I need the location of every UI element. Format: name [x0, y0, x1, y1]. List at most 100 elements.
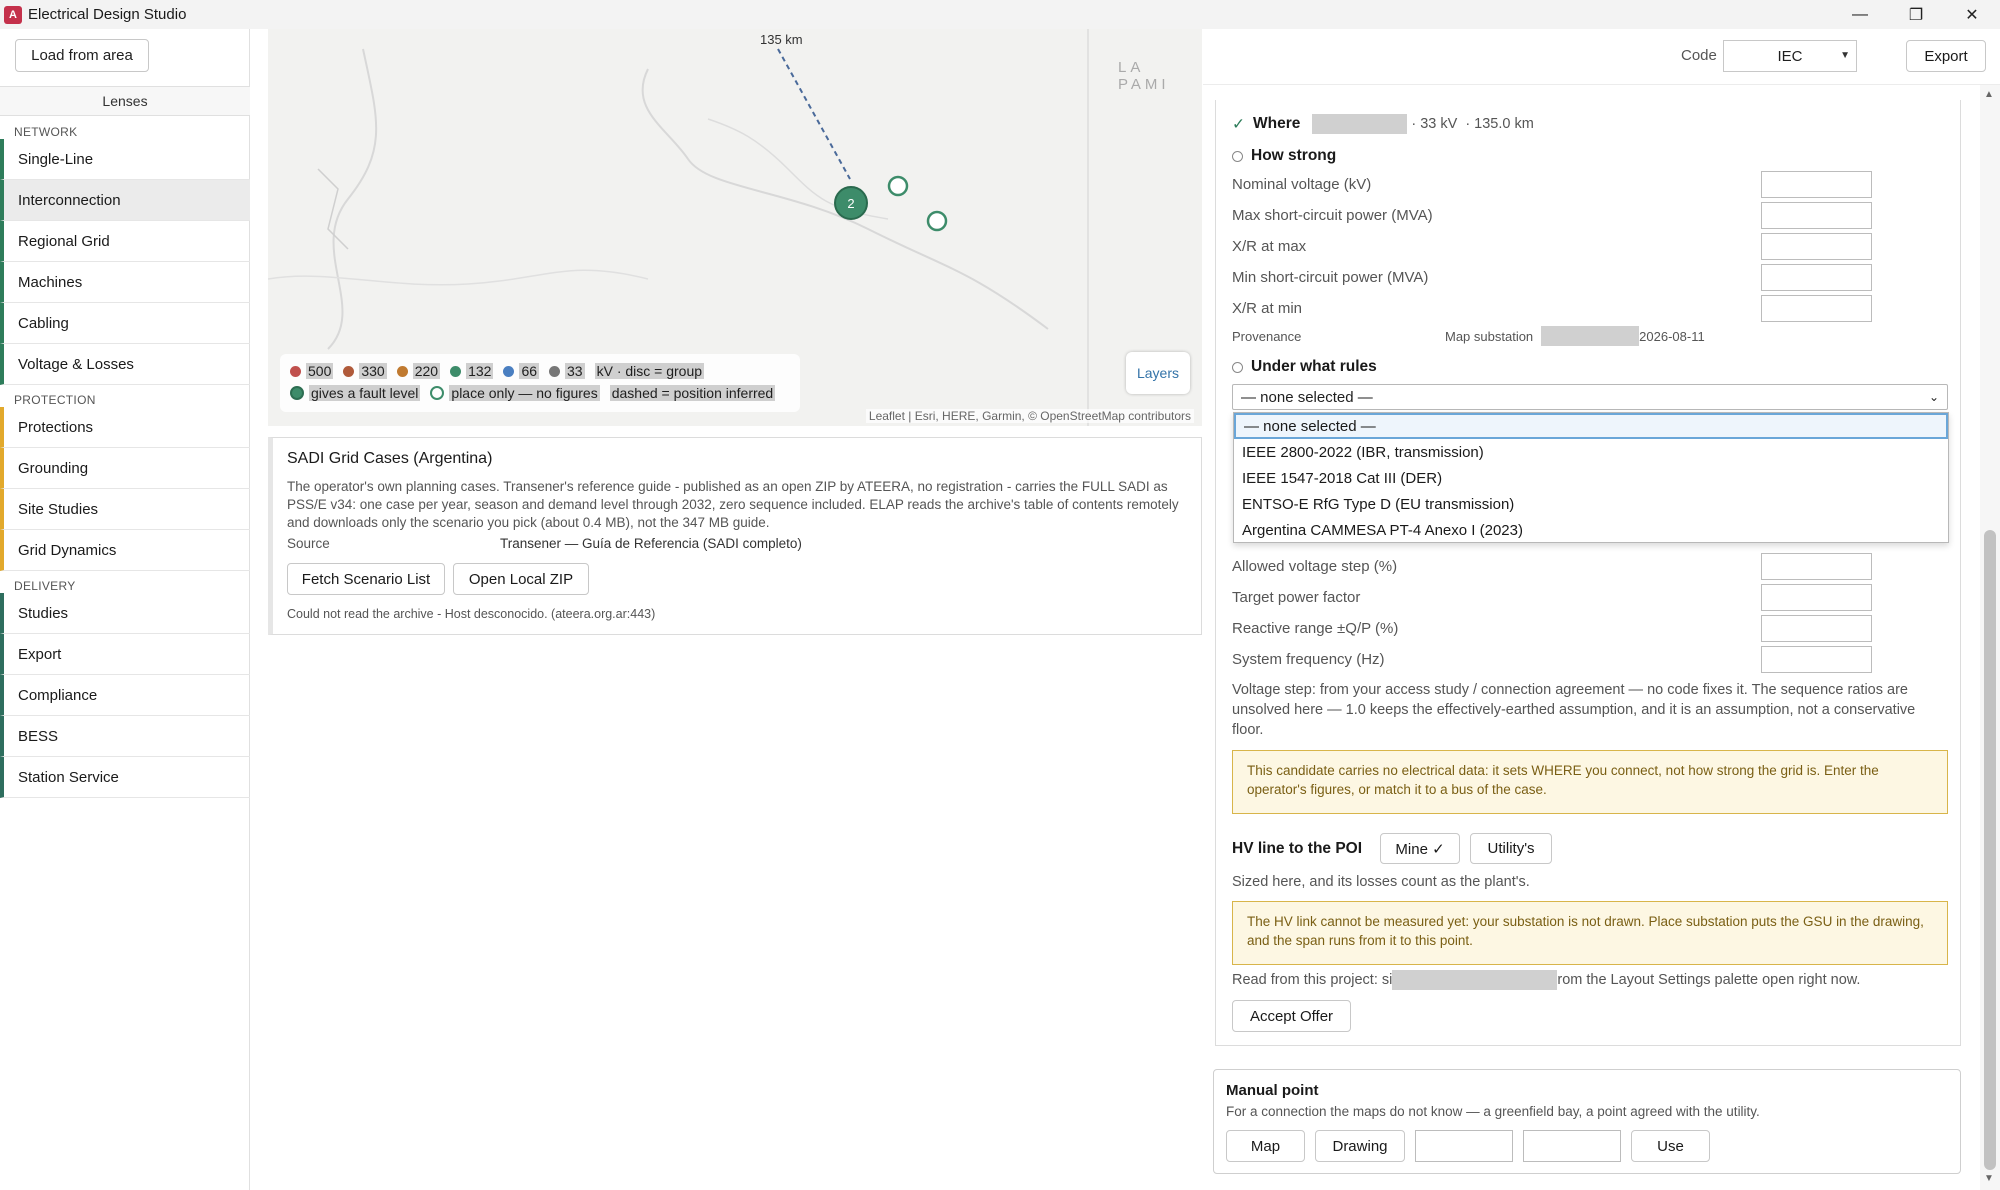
legend-fault-level: gives a fault level — [309, 385, 421, 401]
sidebar-item-single-line[interactable]: Single-Line — [0, 139, 250, 180]
provenance-label: Provenance — [1232, 328, 1302, 344]
sidebar-item-studies[interactable]: Studies — [0, 593, 250, 634]
place-only-marker[interactable] — [887, 175, 909, 197]
field-reactive-range: Reactive range ±Q/P (%) — [1232, 615, 1872, 642]
app-logo-icon: A — [4, 5, 22, 24]
utility-button[interactable]: Utility's — [1470, 833, 1553, 864]
field-system-frequency: System frequency (Hz) — [1232, 646, 1872, 673]
reactive-range-input[interactable] — [1761, 615, 1872, 642]
rules-option[interactable]: Argentina CAMMESA PT-4 Anexo I (2023) — [1234, 517, 1948, 543]
app-title: Electrical Design Studio — [28, 6, 187, 23]
use-button[interactable]: Use — [1631, 1130, 1710, 1162]
rules-option[interactable]: ENTSO-E RfG Type D (EU transmission) — [1234, 491, 1948, 517]
map-legend: 500 330 220 132 66 33 kV · disc = group … — [280, 354, 800, 412]
sidebar-item-export[interactable]: Export — [0, 634, 250, 675]
where-section: ✓ Where · 33 kV · 135.0 km — [1232, 114, 1534, 134]
source-label: Source — [287, 536, 330, 551]
map-view[interactable]: 2 135 km LA PAMI 500 330 220 132 66 33 k… — [268, 29, 1202, 426]
max-sc-power-input[interactable] — [1761, 202, 1872, 229]
provenance-date: 2026-08-11 — [1639, 328, 1705, 344]
accept-offer-button[interactable]: Accept Offer — [1232, 1000, 1351, 1032]
legend-label: 500 — [306, 363, 334, 379]
scroll-down-icon[interactable]: ▼ — [1984, 1173, 1994, 1184]
manual-point-title: Manual point — [1226, 1082, 1319, 1099]
legend-label: 330 — [359, 363, 387, 379]
sidebar-item-regional-grid[interactable]: Regional Grid — [0, 221, 250, 262]
layers-button[interactable]: Layers — [1126, 352, 1190, 394]
rules-dropdown-list: — none selected — IEEE 2800-2022 (IBR, t… — [1233, 412, 1949, 543]
sidebar-item-bess[interactable]: BESS — [0, 716, 250, 757]
title-bar: A Electrical Design Studio — ❐ ✕ — [0, 0, 2000, 29]
sadi-error: Could not read the archive - Host descon… — [287, 607, 656, 621]
manual-y-input[interactable] — [1523, 1130, 1621, 1162]
system-frequency-input[interactable] — [1761, 646, 1872, 673]
close-icon[interactable]: ✕ — [1944, 0, 2000, 29]
read-prefix: Read from this project: si — [1232, 972, 1393, 988]
interconnection-panel: ✓ Where · 33 kV · 135.0 km How strong No… — [1215, 100, 1961, 1046]
sidebar-item-grounding[interactable]: Grounding — [0, 448, 250, 489]
power-factor-input[interactable] — [1761, 584, 1872, 611]
hv-sized-note: Sized here, and its losses count as the … — [1232, 874, 1530, 890]
map-button[interactable]: Map — [1226, 1130, 1305, 1162]
field-power-factor: Target power factor — [1232, 584, 1872, 611]
nominal-voltage-input[interactable] — [1761, 171, 1872, 198]
manual-point-panel: Manual point For a connection the maps d… — [1213, 1069, 1961, 1174]
restore-icon[interactable]: ❐ — [1888, 0, 1944, 29]
rules-selected-value: — none selected — — [1241, 388, 1373, 406]
xr-min-input[interactable] — [1761, 295, 1872, 322]
right-scrollbar[interactable]: ▲ ▼ — [1980, 85, 2000, 1190]
rules-select[interactable]: — none selected — ⌄ — [1232, 384, 1948, 410]
xr-max-input[interactable] — [1761, 233, 1872, 260]
min-sc-power-input[interactable] — [1761, 264, 1872, 291]
sidebar-item-compliance[interactable]: Compliance — [0, 675, 250, 716]
sidebar-item-site-studies[interactable]: Site Studies — [0, 489, 250, 530]
field-label: Target power factor — [1232, 589, 1361, 606]
field-voltage-step: Allowed voltage step (%) — [1232, 553, 1872, 580]
place-only-marker[interactable] — [926, 210, 948, 232]
field-label: X/R at max — [1232, 238, 1307, 255]
legend-dot — [396, 365, 408, 377]
sidebar-item-protections[interactable]: Protections — [0, 407, 250, 448]
rules-option[interactable]: IEEE 1547-2018 Cat III (DER) — [1234, 465, 1948, 491]
check-icon: ✓ — [1232, 115, 1245, 133]
scroll-thumb[interactable] — [1984, 530, 1996, 1170]
sidebar-item-machines[interactable]: Machines — [0, 262, 250, 303]
provenance-source: Map substation — [1445, 328, 1534, 344]
region-label: LA PAMI — [1118, 59, 1170, 93]
drawing-button[interactable]: Drawing — [1315, 1130, 1405, 1162]
rules-option[interactable]: — none selected — — [1234, 413, 1948, 439]
field-label: System frequency (Hz) — [1232, 651, 1385, 668]
voltage-step-input[interactable] — [1761, 553, 1872, 580]
open-local-zip-button[interactable]: Open Local ZIP — [453, 563, 589, 595]
sidebar-item-grid-dynamics[interactable]: Grid Dynamics — [0, 530, 250, 571]
hv-warning: The HV link cannot be measured yet: your… — [1232, 901, 1948, 965]
sidebar-item-cabling[interactable]: Cabling — [0, 303, 250, 344]
field-nominal-voltage: Nominal voltage (kV) — [1232, 171, 1872, 198]
sadi-source-row: Source Transener — Guía de Referencia (S… — [287, 536, 1187, 551]
minimize-icon[interactable]: — — [1832, 0, 1888, 29]
export-button[interactable]: Export — [1906, 40, 1986, 72]
redacted-text — [1392, 970, 1558, 990]
sidebar-item-voltage-losses[interactable]: Voltage & Losses — [0, 344, 250, 385]
fetch-scenario-list-button[interactable]: Fetch Scenario List — [287, 563, 445, 595]
mine-button[interactable]: Mine ✓ — [1380, 833, 1461, 864]
scroll-up-icon[interactable]: ▲ — [1984, 89, 1994, 100]
field-xr-min: X/R at min — [1232, 295, 1872, 322]
cluster-count: 2 — [847, 196, 854, 211]
right-toolbar: Code IEC ▼ Export — [1203, 29, 2000, 85]
map-attribution[interactable]: Leaflet | Esri, HERE, Garmin, © OpenStre… — [865, 409, 1194, 423]
manual-x-input[interactable] — [1415, 1130, 1513, 1162]
rules-option[interactable]: IEEE 2800-2022 (IBR, transmission) — [1234, 439, 1948, 465]
sidebar-item-interconnection[interactable]: Interconnection — [0, 180, 250, 221]
load-from-area-button[interactable]: Load from area — [15, 39, 149, 72]
radio-icon — [1232, 361, 1243, 373]
field-label: Nominal voltage (kV) — [1232, 176, 1372, 193]
voltage-note: Voltage step: from your access study / c… — [1232, 682, 1916, 738]
code-select[interactable]: IEC ▼ — [1723, 40, 1857, 72]
source-value: Transener — Guía de Referencia (SADI com… — [500, 536, 802, 551]
field-label: Reactive range ±Q/P (%) — [1232, 620, 1399, 637]
place-only-icon — [430, 386, 445, 400]
sidebar-item-station-service[interactable]: Station Service — [0, 757, 250, 798]
manual-point-actions: Map Drawing Use — [1226, 1130, 1710, 1162]
legend-label: 66 — [519, 363, 540, 379]
